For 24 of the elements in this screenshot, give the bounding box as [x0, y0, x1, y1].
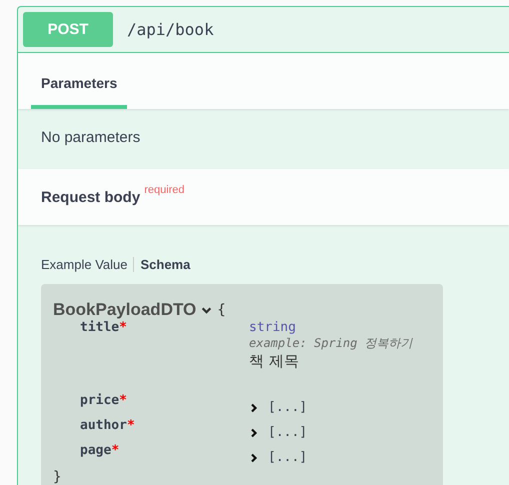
property-name: title* [80, 320, 128, 337]
property-name: page* [80, 443, 120, 460]
section-title: Request body [41, 188, 140, 206]
collapsed-value[interactable]: [...] [268, 425, 308, 440]
collapsed-value[interactable]: [...] [268, 450, 308, 465]
body-tab[interactable]: Example Value [41, 257, 134, 272]
property-description: 책 제목 [249, 352, 300, 371]
chevron-right-icon[interactable] [249, 428, 259, 438]
property-name: price* [80, 393, 128, 410]
body-tab[interactable]: Schema [133, 257, 196, 272]
property-type: string [249, 320, 297, 335]
empty-message: No parameters [41, 129, 140, 146]
chevron-right-icon[interactable] [249, 452, 259, 462]
chevron-right-icon[interactable] [249, 402, 259, 412]
open-brace: { [217, 302, 226, 318]
section-tab[interactable]: Parameters [31, 75, 128, 109]
endpoint-path: /api/book [127, 20, 214, 39]
required-label: required [144, 184, 185, 196]
chevron-down-icon[interactable] [201, 304, 212, 316]
close-brace: } [53, 469, 62, 485]
collapsed-value[interactable]: [...] [268, 400, 308, 415]
property-example: example: Spring 정복하기 [249, 335, 414, 352]
model-name[interactable]: BookPayloadDTO [53, 300, 196, 320]
property-name: author* [80, 418, 136, 435]
